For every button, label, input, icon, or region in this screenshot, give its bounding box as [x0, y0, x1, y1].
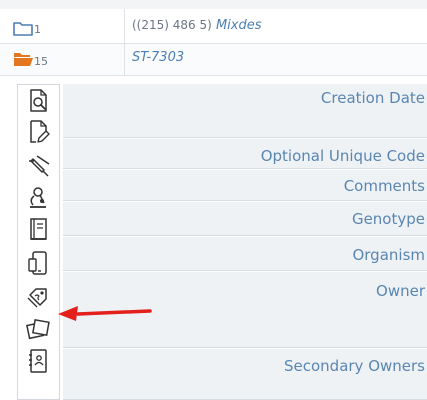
row-count: 1	[34, 23, 41, 36]
field-label: Secondary Owners	[284, 357, 425, 375]
address-book-icon[interactable]	[24, 347, 52, 375]
red-arrow-annotation	[58, 306, 152, 321]
field-label: Comments	[343, 177, 425, 195]
field-label: Optional Unique Code	[260, 147, 425, 165]
field-label: Genotype	[351, 210, 425, 228]
folder-icon	[13, 20, 33, 36]
row-phone: ((215) 486 5)	[132, 18, 212, 32]
microscope-icon[interactable]	[24, 183, 52, 211]
price-tag-icon[interactable]	[24, 283, 52, 311]
row-left-cell: 1	[0, 9, 125, 43]
row-code[interactable]: ST-7303	[132, 50, 184, 65]
vertical-toolbar	[17, 84, 60, 400]
top-band	[0, 0, 427, 9]
field-label: Organism	[352, 246, 425, 264]
field-creation-date[interactable]: Creation Date	[63, 84, 427, 138]
photos-icon[interactable]	[24, 315, 52, 343]
field-organism[interactable]: Organism	[63, 237, 427, 271]
syringe-icon[interactable]	[24, 151, 52, 179]
row-name[interactable]: Mixdes	[216, 18, 262, 33]
field-comments[interactable]: Comments	[63, 170, 427, 201]
detail-form: Creation Date Optional Unique Code Comme…	[63, 84, 427, 400]
field-secondary-owners[interactable]: Secondary Owners	[63, 349, 427, 400]
list-row[interactable]: 15 ST-7303	[0, 44, 427, 76]
field-genotype[interactable]: Genotype	[63, 202, 427, 236]
field-label: Creation Date	[320, 89, 425, 107]
document-search-icon[interactable]	[24, 87, 52, 115]
list-row[interactable]: 1 ((215) 486 5) Mixdes	[0, 9, 427, 44]
notebook-icon[interactable]	[24, 215, 52, 243]
row-left-cell: 15	[0, 44, 125, 75]
row-title[interactable]: ((215) 486 5) Mixdes	[132, 18, 262, 33]
document-edit-icon[interactable]	[24, 118, 52, 146]
field-optional-unique-code[interactable]: Optional Unique Code	[63, 139, 427, 169]
row-count: 15	[34, 55, 48, 68]
folder-open-icon	[13, 51, 33, 67]
field-label: Owner	[376, 282, 425, 300]
phone-tablet-icon[interactable]	[24, 249, 52, 277]
